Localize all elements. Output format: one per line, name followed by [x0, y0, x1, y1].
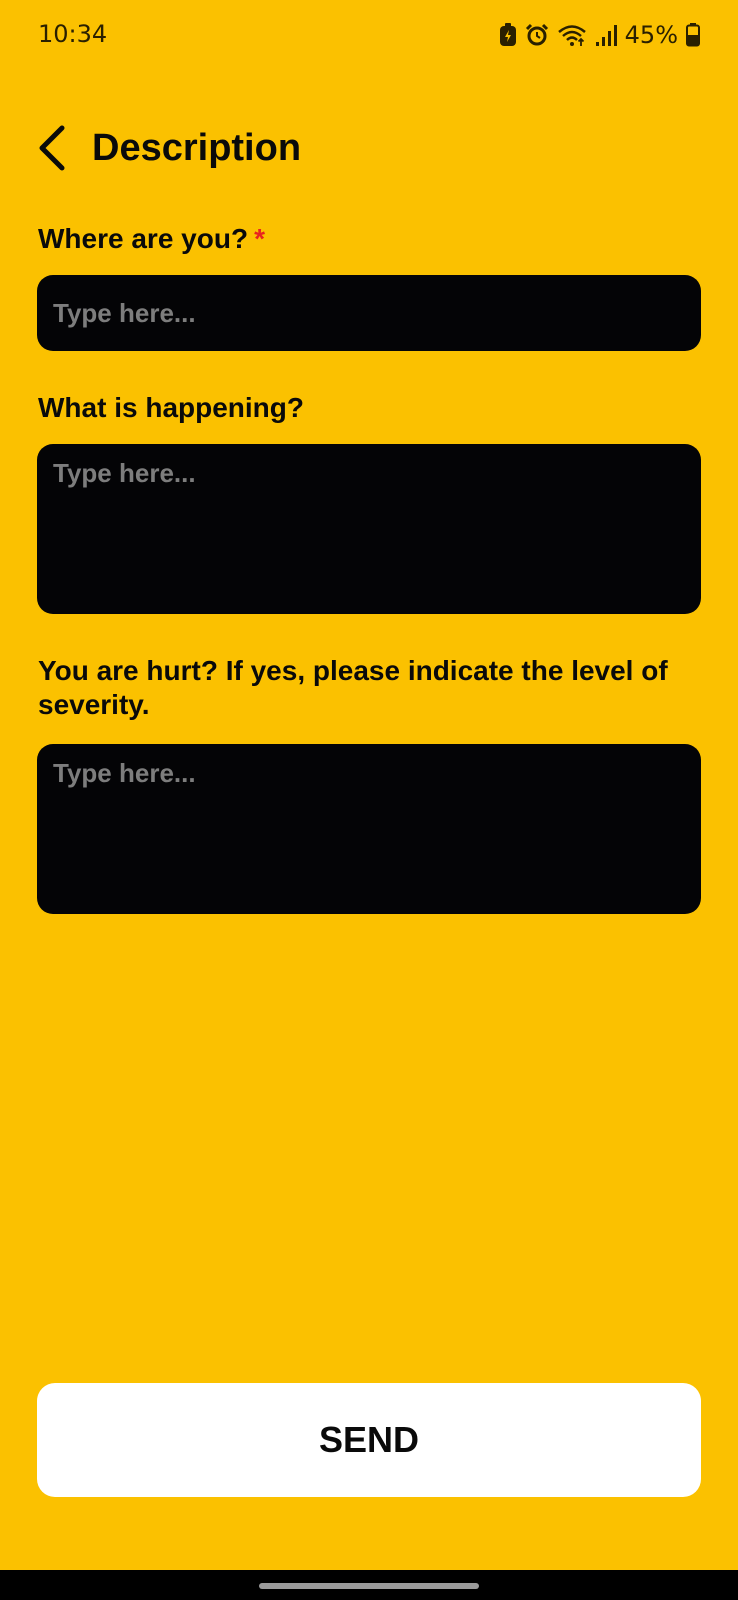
battery-saver-icon — [499, 23, 517, 47]
required-mark: * — [254, 223, 265, 254]
injury-label: You are hurt? If yes, please indicate th… — [38, 654, 698, 722]
injury-placeholder: Type here... — [53, 758, 196, 788]
situation-placeholder: Type here... — [53, 458, 196, 488]
back-button[interactable] — [36, 118, 76, 178]
system-nav-bar — [0, 1570, 738, 1600]
battery-percent: 45% — [624, 21, 678, 49]
alarm-icon — [525, 23, 549, 47]
home-indicator[interactable] — [259, 1583, 479, 1589]
send-button[interactable]: SEND — [37, 1383, 701, 1497]
location-input[interactable]: Type here... — [37, 275, 701, 351]
situation-label-text: What is happening? — [38, 392, 304, 423]
situation-label: What is happening? — [38, 391, 698, 425]
wifi-icon — [557, 23, 587, 47]
page-title: Description — [92, 126, 302, 169]
injury-label-text: You are hurt? If yes, please indicate th… — [38, 655, 668, 720]
battery-icon — [686, 23, 700, 47]
status-icons: 45% — [499, 20, 700, 50]
status-bar: 10:34 45% — [0, 0, 738, 70]
header: Description — [36, 118, 301, 178]
location-placeholder: Type here... — [53, 297, 196, 328]
status-time: 10:34 — [38, 20, 108, 48]
location-label-text: Where are you? — [38, 223, 249, 254]
chevron-left-icon — [39, 125, 65, 171]
signal-icon — [595, 23, 617, 47]
injury-input[interactable]: Type here... — [37, 744, 701, 914]
situation-input[interactable]: Type here... — [37, 444, 701, 614]
location-label: Where are you? * — [38, 222, 698, 256]
